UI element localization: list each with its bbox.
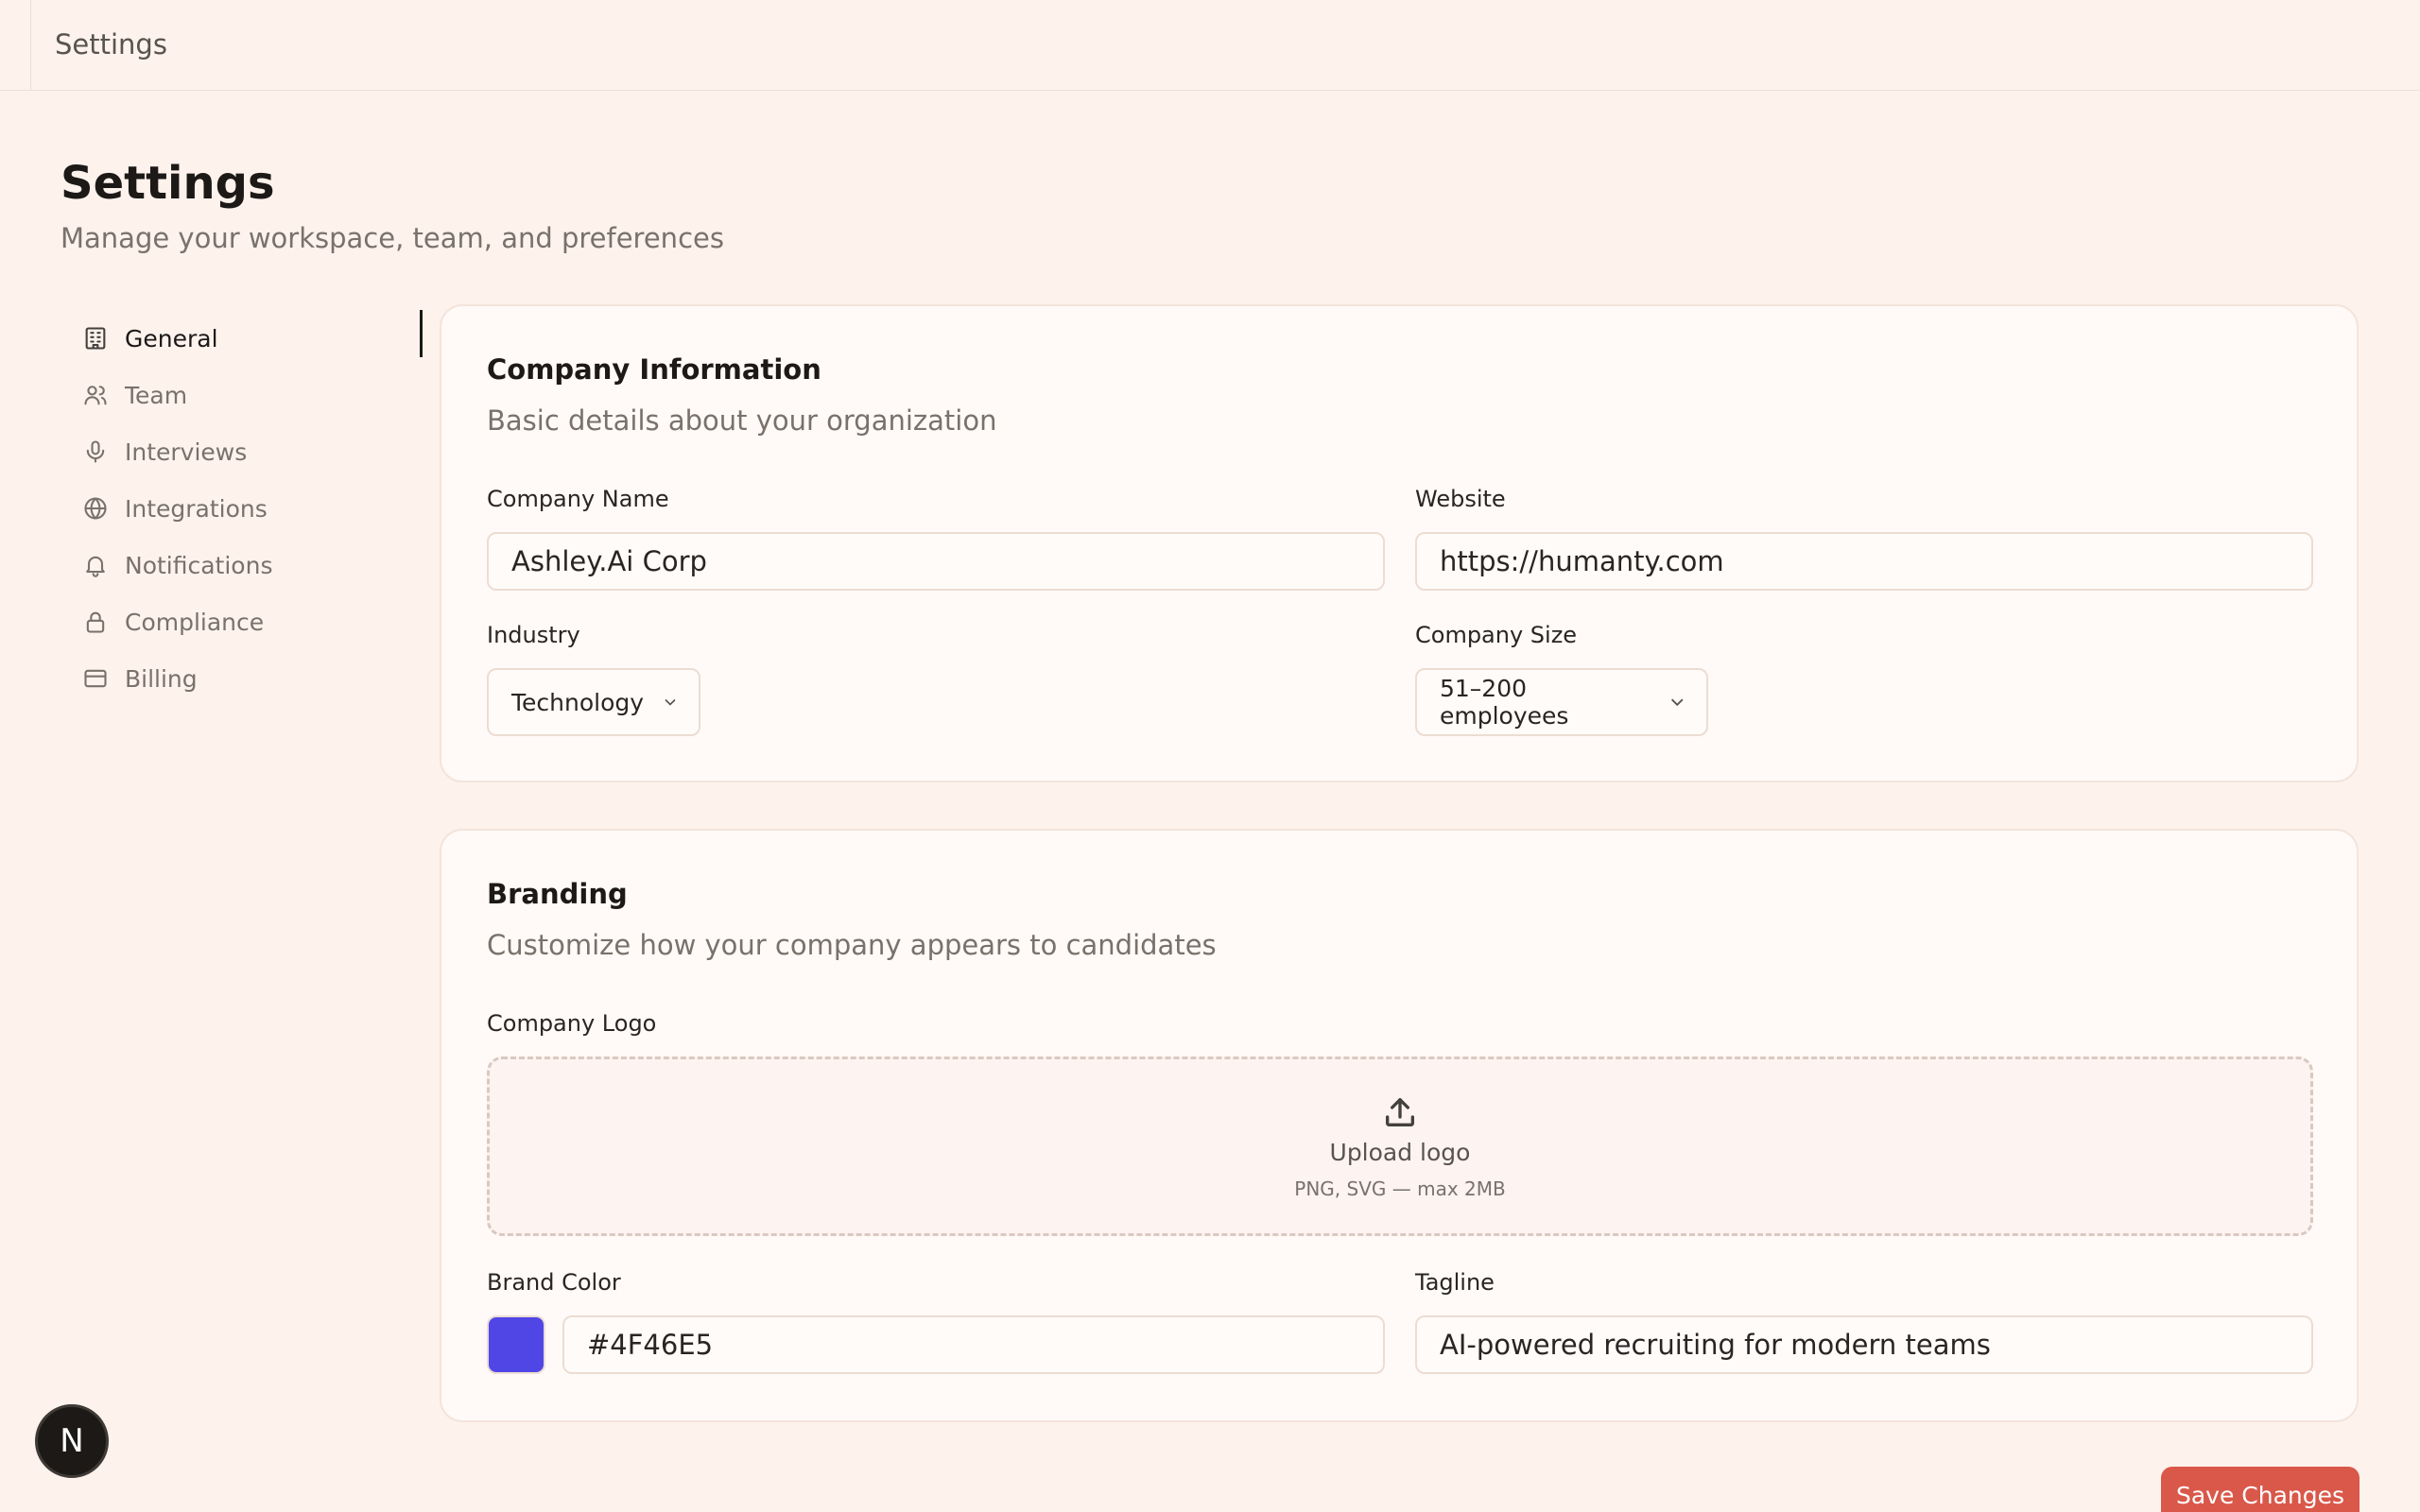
upload-icon: [1386, 1097, 1414, 1126]
upload-title: Upload logo: [1329, 1138, 1471, 1166]
microphone-icon: [81, 438, 110, 466]
bell-icon: [81, 551, 110, 579]
chevron-down-icon: [665, 698, 676, 706]
brand-color-swatch[interactable]: [487, 1315, 545, 1374]
tagline-input[interactable]: AI-powered recruiting for modern teams: [1415, 1315, 2313, 1374]
nav-item-label: Billing: [125, 664, 198, 693]
nav-item-compliance[interactable]: Compliance: [81, 593, 422, 650]
topbar-divider: [30, 0, 31, 91]
nav-item-integrations[interactable]: Integrations: [81, 480, 422, 537]
active-nav-indicator: [420, 310, 423, 357]
tagline-value: AI-powered recruiting for modern teams: [1440, 1329, 1991, 1361]
website-label: Website: [1415, 486, 1506, 512]
card-title: Company Information: [487, 353, 821, 386]
nav-item-team[interactable]: Team: [81, 367, 422, 423]
branding-card: Branding Customize how your company appe…: [440, 829, 2359, 1422]
company-name-label: Company Name: [487, 486, 669, 512]
nav-item-notifications[interactable]: Notifications: [81, 537, 422, 593]
company-size-label: Company Size: [1415, 622, 1578, 648]
nav-item-label: Notifications: [125, 551, 273, 579]
company-name-value: Ashley.Ai Corp: [511, 545, 707, 577]
save-changes-button[interactable]: Save Changes: [2161, 1467, 2360, 1512]
industry-value: Technology: [511, 688, 645, 716]
company-logo-label: Company Logo: [487, 1010, 657, 1037]
website-input[interactable]: https://humanty.com: [1415, 532, 2313, 591]
nav-item-billing[interactable]: Billing: [81, 650, 422, 707]
page-title: Settings: [60, 157, 275, 210]
globe-icon: [81, 494, 110, 523]
company-size-select[interactable]: 51–200 employees: [1415, 668, 1708, 736]
lock-icon: [81, 608, 110, 636]
nav-item-label: Compliance: [125, 608, 265, 636]
industry-select[interactable]: Technology: [487, 668, 700, 736]
settings-nav: General Team Interviews Integrations Not…: [81, 310, 422, 707]
nav-item-label: General: [125, 324, 218, 352]
nav-item-label: Integrations: [125, 494, 268, 523]
company-name-input[interactable]: Ashley.Ai Corp: [487, 532, 1385, 591]
users-icon: [81, 381, 110, 409]
credit-card-icon: [81, 664, 110, 693]
nav-item-general[interactable]: General: [81, 310, 422, 367]
company-information-card: Company Information Basic details about …: [440, 304, 2359, 782]
industry-label: Industry: [487, 622, 580, 648]
chevron-down-icon: [1670, 698, 1684, 707]
avatar[interactable]: N: [35, 1404, 109, 1478]
breadcrumb: Settings: [55, 28, 167, 60]
company-size-value: 51–200 employees: [1440, 675, 1569, 730]
card-subtitle: Basic details about your organization: [487, 404, 997, 437]
website-value: https://humanty.com: [1440, 545, 1724, 577]
page-subtitle: Manage your workspace, team, and prefere…: [60, 222, 724, 254]
brand-color-value: #4F46E5: [587, 1329, 714, 1361]
top-bar: Settings: [0, 0, 2420, 91]
brand-color-label: Brand Color: [487, 1269, 621, 1296]
tagline-label: Tagline: [1415, 1269, 1495, 1296]
logo-upload-dropzone[interactable]: Upload logo PNG, SVG — max 2MB: [487, 1057, 2313, 1236]
card-subtitle: Customize how your company appears to ca…: [487, 929, 1217, 961]
card-title: Branding: [487, 878, 628, 910]
brand-color-input[interactable]: #4F46E5: [562, 1315, 1385, 1374]
nav-item-label: Interviews: [125, 438, 248, 466]
nav-item-label: Team: [125, 381, 188, 409]
building-icon: [81, 324, 110, 352]
upload-hint: PNG, SVG — max 2MB: [1294, 1177, 1506, 1200]
nav-item-interviews[interactable]: Interviews: [81, 423, 422, 480]
